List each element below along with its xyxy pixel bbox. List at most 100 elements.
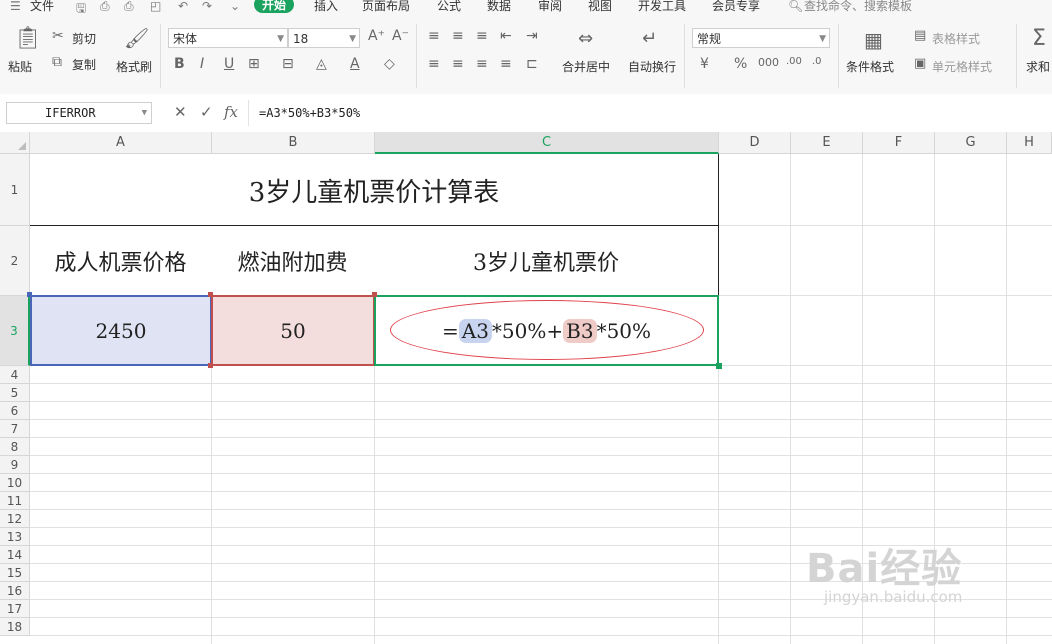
print-icon[interactable]: ⎙ (124, 0, 134, 14)
borders-icon[interactable]: ⊞ (248, 56, 260, 72)
cell-a3[interactable]: 2450 (30, 295, 212, 366)
save-icon[interactable]: 🖫 (76, 0, 86, 14)
merge-center-button[interactable]: 合并居中 (562, 58, 610, 75)
column-header-g[interactable]: G (935, 132, 1007, 154)
range-handle[interactable] (208, 292, 213, 297)
italic-icon[interactable]: I (200, 56, 204, 72)
column-header-f[interactable]: F (863, 132, 935, 154)
row-header-11[interactable]: 11 (0, 492, 30, 510)
header-cell-adult-price[interactable]: 成人机票价格 (30, 225, 212, 296)
row-header-4[interactable]: 4 (0, 366, 30, 384)
column-header-c[interactable]: C (375, 132, 719, 154)
export-icon[interactable]: ⎙ (100, 0, 110, 14)
tab-page-layout[interactable]: 页面布局 (362, 0, 410, 14)
merge-style-icon[interactable]: ⊟ (282, 56, 294, 72)
row-header-13[interactable]: 13 (0, 528, 30, 546)
indent-increase-icon[interactable]: ⇥ (526, 28, 538, 44)
cell-style-button[interactable]: 单元格样式 (932, 58, 992, 75)
column-header-b[interactable]: B (212, 132, 375, 154)
sum-button[interactable]: 求和 (1026, 58, 1050, 75)
undo-icon[interactable]: ↶ (178, 0, 188, 13)
format-painter-icon[interactable]: 🖌︎ (124, 26, 149, 50)
align-middle-icon[interactable]: ≡ (452, 28, 464, 44)
hamburger-menu-icon[interactable]: ☰ (10, 0, 21, 13)
currency-icon[interactable]: ¥ (700, 56, 709, 72)
font-size-select[interactable]: 18 ▼ (288, 28, 360, 48)
row-header-2[interactable]: 2 (0, 226, 30, 296)
wrap-text-icon[interactable]: ↵ (642, 28, 657, 49)
row-header-17[interactable]: 17 (0, 600, 30, 618)
align-top-icon[interactable]: ≡ (428, 28, 440, 44)
quick-access-dropdown-icon[interactable]: ⌄ (230, 0, 240, 13)
row-header-6[interactable]: 6 (0, 402, 30, 420)
paste-icon[interactable]: 📋︎ (14, 26, 42, 51)
table-style-button[interactable]: 表格样式 (932, 30, 980, 47)
range-handle[interactable] (27, 292, 32, 297)
wrap-text-button[interactable]: 自动换行 (628, 58, 676, 75)
select-all-corner[interactable] (0, 132, 30, 154)
eraser-icon[interactable]: ◇ (384, 56, 395, 72)
tab-member[interactable]: 会员专享 (712, 0, 760, 14)
confirm-icon[interactable]: ✓ (200, 103, 213, 121)
justify-icon[interactable]: ≡ (500, 56, 512, 72)
row-header-3[interactable]: 3 (0, 296, 30, 366)
thousands-icon[interactable]: 000 (758, 56, 779, 69)
decrease-decimal-icon[interactable]: .0 (812, 56, 822, 67)
column-header-d[interactable]: D (719, 132, 791, 154)
range-handle[interactable] (208, 363, 213, 368)
row-header-16[interactable]: 16 (0, 582, 30, 600)
increase-decimal-icon[interactable]: .00 (786, 56, 802, 67)
format-painter-button[interactable]: 格式刷 (116, 58, 152, 75)
row-header-15[interactable]: 15 (0, 564, 30, 582)
redo-icon[interactable]: ↷ (202, 0, 212, 13)
menu-file[interactable]: 文件 (30, 0, 54, 14)
tab-formulas[interactable]: 公式 (437, 0, 461, 14)
tab-insert[interactable]: 插入 (314, 0, 338, 14)
align-bottom-icon[interactable]: ≡ (476, 28, 488, 44)
header-cell-child-price[interactable]: 3岁儿童机票价 (374, 225, 719, 296)
font-color-icon[interactable]: A (350, 56, 360, 72)
distribute-icon[interactable]: ⊏ (526, 56, 538, 72)
paste-button[interactable]: 粘贴 (8, 58, 32, 75)
column-header-e[interactable]: E (791, 132, 863, 154)
sum-icon[interactable]: Σ (1032, 26, 1046, 51)
tab-review[interactable]: 审阅 (538, 0, 562, 14)
fill-color-icon[interactable]: ◬ (316, 56, 327, 72)
cancel-icon[interactable]: ✕ (174, 103, 187, 121)
command-search[interactable]: 查找命令、搜索模板 (804, 0, 912, 14)
tab-view[interactable]: 视图 (588, 0, 612, 14)
cell-c3-formula[interactable]: = A3 *50%+ B3 *50% (374, 295, 719, 366)
sheet-title-cell[interactable]: 3岁儿童机票价计算表 (30, 154, 719, 226)
underline-icon[interactable]: U (224, 56, 234, 72)
name-box[interactable]: IFERROR ▼ (6, 102, 152, 124)
column-header-a[interactable]: A (30, 132, 212, 154)
row-header-9[interactable]: 9 (0, 456, 30, 474)
cell-b3[interactable]: 50 (211, 295, 375, 366)
row-header-5[interactable]: 5 (0, 384, 30, 402)
insert-function-icon[interactable]: fx (224, 103, 238, 121)
range-handle[interactable] (372, 292, 377, 297)
row-header-1[interactable]: 1 (0, 154, 30, 226)
fill-handle[interactable] (716, 363, 722, 369)
increase-font-icon[interactable]: A⁺ (368, 28, 385, 44)
number-format-select[interactable]: 常规 ▼ (692, 28, 830, 48)
conditional-format-button[interactable]: 条件格式 (846, 58, 894, 75)
conditional-format-icon[interactable]: ▦ (864, 28, 883, 52)
font-name-select[interactable]: 宋体 ▼ (168, 28, 288, 48)
align-left-icon[interactable]: ≡ (428, 56, 440, 72)
row-header-10[interactable]: 10 (0, 474, 30, 492)
tab-data[interactable]: 数据 (487, 0, 511, 14)
align-right-icon[interactable]: ≡ (476, 56, 488, 72)
copy-button[interactable]: 复制 (72, 56, 96, 73)
bold-icon[interactable]: B (174, 56, 185, 72)
row-header-8[interactable]: 8 (0, 438, 30, 456)
align-center-icon[interactable]: ≡ (452, 56, 464, 72)
tab-developer[interactable]: 开发工具 (638, 0, 686, 14)
column-header-h[interactable]: H (1007, 132, 1052, 154)
header-cell-fuel-surcharge[interactable]: 燃油附加费 (211, 225, 375, 296)
percent-icon[interactable]: % (734, 56, 747, 72)
indent-decrease-icon[interactable]: ⇤ (500, 28, 512, 44)
tab-home[interactable]: 开始 (254, 0, 295, 13)
decrease-font-icon[interactable]: A⁻ (392, 28, 409, 44)
row-header-12[interactable]: 12 (0, 510, 30, 528)
